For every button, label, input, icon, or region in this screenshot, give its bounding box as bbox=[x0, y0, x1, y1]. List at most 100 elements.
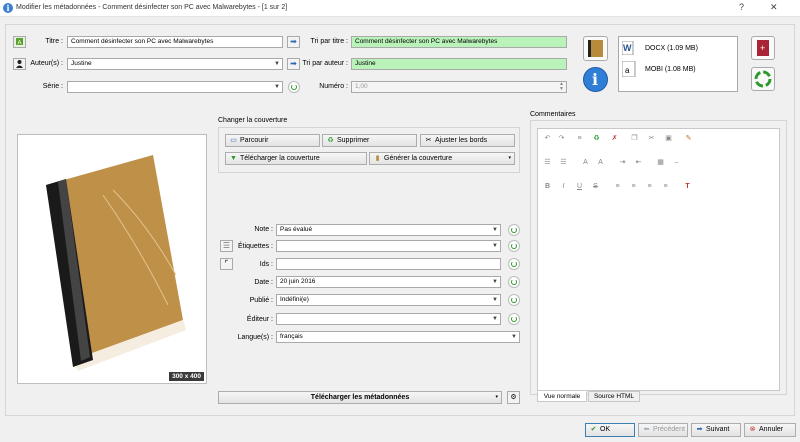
tri-titre-input[interactable]: Comment désinfecter son PC avec Malwareb… bbox=[351, 36, 567, 48]
cover-group-title: Changer la couverture bbox=[218, 117, 288, 124]
cut-icon[interactable]: ✂ bbox=[647, 135, 656, 143]
numero-label: Numéro : bbox=[319, 83, 348, 90]
chevron-down-icon: ▾ bbox=[495, 394, 498, 400]
clear-tags-button[interactable] bbox=[508, 240, 520, 252]
word-doc-icon: W bbox=[622, 41, 634, 55]
etiquettes-combo[interactable]: ▼ bbox=[276, 240, 501, 252]
outdent-icon[interactable]: ⇤ bbox=[634, 159, 643, 167]
chevron-down-icon: ▼ bbox=[274, 61, 280, 67]
indent-icon[interactable]: ⇥ bbox=[618, 159, 627, 167]
ajuster-bords-button[interactable]: ✂ Ajuster les bords bbox=[420, 134, 515, 147]
edit-authors-button[interactable] bbox=[13, 58, 26, 70]
numbered-list-icon[interactable]: ☰ bbox=[559, 159, 568, 167]
clear-note-button[interactable] bbox=[508, 224, 520, 236]
editeur-combo[interactable]: ▼ bbox=[276, 313, 501, 325]
copy-title-to-sort-button[interactable]: A bbox=[13, 36, 26, 48]
copy-icon[interactable]: ❐ bbox=[630, 135, 639, 143]
clear-publisher-button[interactable] bbox=[508, 313, 520, 325]
book-icon-button[interactable] bbox=[583, 36, 608, 61]
formats-list[interactable]: W DOCX (1.09 MB) a MOBI (1.08 MB) bbox=[618, 36, 738, 92]
format-item[interactable]: W DOCX (1.09 MB) bbox=[622, 41, 736, 57]
align-center-icon[interactable]: ≡ bbox=[629, 183, 638, 191]
etiquettes-label: Étiquettes : bbox=[237, 243, 273, 250]
svg-text:A: A bbox=[18, 41, 22, 47]
publie-label: Publié : bbox=[249, 297, 273, 304]
paste-icon[interactable]: ▣ bbox=[664, 135, 673, 143]
precedent-button[interactable]: ⬅ Précédent bbox=[638, 423, 688, 437]
color-picker-icon[interactable]: ✎ bbox=[684, 135, 693, 143]
horizontal-rule-icon[interactable]: ⎯ bbox=[672, 159, 681, 167]
arrow-right-icon: ➡ bbox=[290, 37, 297, 46]
date-label: Date : bbox=[254, 279, 273, 286]
clear-ids-button[interactable] bbox=[508, 258, 520, 270]
bold-icon[interactable]: B bbox=[543, 183, 552, 191]
cover-preview: 300 x 400 bbox=[17, 134, 207, 384]
title-to-sort-arrow-button[interactable]: ➡ bbox=[287, 36, 300, 48]
folder-icon: ▭ bbox=[230, 137, 237, 144]
superscript-icon[interactable]: A bbox=[581, 159, 590, 167]
clear-date-button[interactable] bbox=[508, 276, 520, 288]
text-color-icon[interactable]: T bbox=[683, 183, 692, 191]
ok-button[interactable]: ✔ OK bbox=[585, 423, 635, 437]
auteurs-label: Auteur(s) : bbox=[30, 60, 63, 67]
langue-combo[interactable]: français ▼ bbox=[276, 331, 520, 343]
clear-icon[interactable]: ✗ bbox=[610, 135, 619, 143]
auteurs-combo[interactable]: Justine ▼ bbox=[67, 58, 283, 70]
recycle-icon bbox=[754, 70, 772, 88]
italic-icon[interactable]: I bbox=[559, 183, 568, 191]
align-right-icon[interactable]: ≡ bbox=[645, 183, 654, 191]
add-format-button[interactable]: + bbox=[751, 36, 775, 60]
book-icon bbox=[588, 40, 603, 57]
date-combo[interactable]: 20 juin 2016 ▼ bbox=[276, 276, 501, 288]
generate-cover-icon: ▮ bbox=[375, 155, 380, 162]
note-combo[interactable]: Pas évalué ▼ bbox=[276, 224, 501, 236]
telecharger-metadonnees-button[interactable]: Télécharger les métadonnées ▾ bbox=[218, 391, 502, 404]
arrow-left-icon: ⬅ bbox=[643, 426, 650, 433]
remove-format-button[interactable] bbox=[751, 67, 775, 91]
suivant-button[interactable]: ➡ Suivant bbox=[691, 423, 741, 437]
subscript-icon[interactable]: A bbox=[596, 159, 605, 167]
numero-spinbox[interactable]: 1,00 ▲ ▼ bbox=[351, 81, 567, 93]
comments-editor[interactable]: ↶ ↷ ≡ ♻ ✗ ❐ ✂ ▣ ✎ ☰ ☰ A A ⇥ ⇤ ▦ ⎯ B I U … bbox=[537, 128, 780, 391]
author-to-sort-button[interactable]: ➡ bbox=[287, 58, 300, 70]
supprimer-button[interactable]: ♻ Supprimer bbox=[322, 134, 417, 147]
note-value: Pas évalué bbox=[280, 226, 313, 233]
help-button[interactable]: ? bbox=[739, 2, 744, 12]
clear-series-button[interactable] bbox=[288, 81, 300, 93]
underline-icon[interactable]: U bbox=[575, 183, 584, 191]
parcourir-button[interactable]: ▭ Parcourir bbox=[225, 134, 320, 147]
clear-published-button[interactable] bbox=[508, 294, 520, 306]
tab-source-html[interactable]: Source HTML bbox=[588, 391, 640, 402]
recycle-icon[interactable]: ♻ bbox=[592, 135, 601, 143]
add-book-icon: + bbox=[757, 40, 769, 56]
tri-auteur-input[interactable]: Justine bbox=[351, 58, 567, 70]
svg-text:W: W bbox=[623, 43, 632, 53]
remove-format-icon[interactable]: ≡ bbox=[575, 135, 584, 143]
publie-combo[interactable]: Indéfini(e) ▼ bbox=[276, 294, 501, 306]
close-window-button[interactable]: ✕ bbox=[770, 2, 778, 13]
swap-case-icon: A bbox=[16, 38, 23, 47]
info-button[interactable]: i bbox=[583, 67, 608, 92]
strikethrough-icon[interactable]: S bbox=[591, 183, 600, 191]
align-left-icon[interactable]: ≡ bbox=[613, 183, 622, 191]
titre-input[interactable]: Comment désinfecter son PC avec Malwareb… bbox=[67, 36, 283, 48]
generer-couverture-button[interactable]: ▮ Générer la couverture ▾ bbox=[369, 152, 515, 165]
annuler-button[interactable]: ⊗ Annuler bbox=[744, 423, 796, 437]
telecharger-couverture-button[interactable]: ▼ Télécharger la couverture bbox=[225, 152, 367, 165]
justify-icon[interactable]: ≡ bbox=[661, 183, 670, 191]
redo-icon[interactable]: ↷ bbox=[557, 135, 566, 143]
undo-icon[interactable]: ↶ bbox=[543, 135, 552, 143]
tab-vue-normale[interactable]: Vue normale bbox=[537, 391, 587, 402]
ids-input[interactable] bbox=[276, 258, 501, 270]
auteurs-value: Justine bbox=[71, 60, 92, 67]
trim-icon: ✂ bbox=[425, 137, 432, 144]
serie-combo[interactable]: ▼ bbox=[67, 81, 283, 93]
ids-label: Ids : bbox=[259, 261, 273, 268]
table-icon[interactable]: ▦ bbox=[656, 159, 665, 167]
bullet-list-icon[interactable]: ☰ bbox=[543, 159, 552, 167]
chevron-down-icon: ▼ bbox=[492, 297, 498, 303]
chevron-down-icon: ▼ bbox=[492, 243, 498, 249]
gear-icon: ⚙ bbox=[510, 394, 517, 401]
format-item[interactable]: a MOBI (1.08 MB) bbox=[622, 61, 736, 81]
configure-download-button[interactable]: ⚙ bbox=[507, 391, 520, 404]
